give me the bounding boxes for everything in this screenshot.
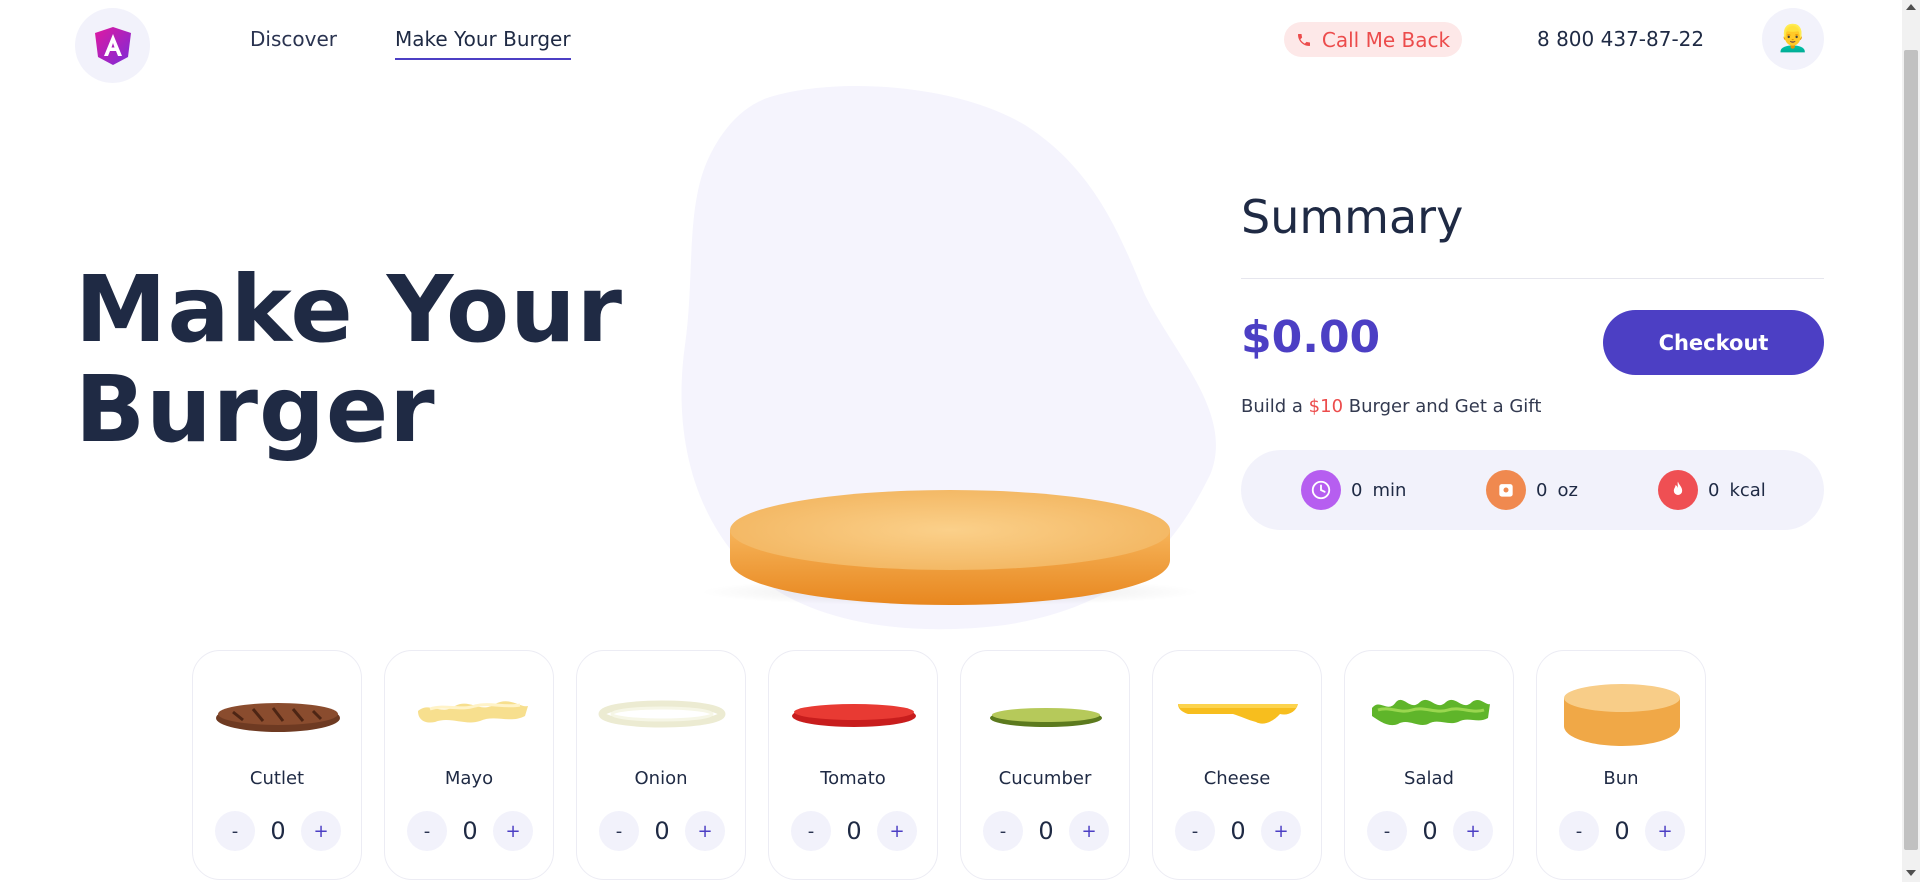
scroll-down-icon[interactable]	[1906, 870, 1916, 876]
increment-button[interactable]: +	[1069, 811, 1109, 851]
increment-button[interactable]: +	[1261, 811, 1301, 851]
ingredient-card-cucumber: Cucumber - 0 +	[960, 650, 1130, 880]
ingredient-name: Cutlet	[249, 768, 305, 789]
cheese-image	[1178, 704, 1298, 724]
user-avatar-icon: 👱‍♂️	[1776, 24, 1810, 54]
weight-icon	[1486, 470, 1526, 510]
increment-button[interactable]: +	[685, 811, 725, 851]
ingredient-name: Cucumber	[998, 768, 1092, 789]
stat-time: 0 min	[1301, 470, 1406, 510]
cutlet-image	[216, 703, 340, 732]
checkout-button[interactable]: Checkout	[1603, 310, 1824, 375]
call-me-back-label: Call Me Back	[1321, 27, 1451, 52]
avatar[interactable]: 👱‍♂️	[1762, 8, 1824, 70]
gift-amount: $10	[1308, 396, 1344, 417]
quantity-stepper: - 0 +	[407, 811, 533, 853]
decrement-button[interactable]: -	[791, 811, 831, 851]
nav-make-your-burger[interactable]: Make Your Burger	[395, 27, 571, 60]
quantity-stepper: - 0 +	[983, 811, 1109, 853]
quantity-value: 0	[1038, 817, 1054, 845]
gift-suffix: Burger and Get a Gift	[1343, 396, 1542, 417]
quantity-stepper: - 0 +	[1559, 811, 1685, 853]
clock-icon	[1301, 470, 1341, 510]
ingredient-card-mayo: Mayo - 0 +	[384, 650, 554, 880]
onion-image	[598, 700, 726, 728]
phone-number: 8 800 437-87-22	[1537, 27, 1705, 51]
quantity-stepper: - 0 +	[599, 811, 725, 853]
increment-button[interactable]: +	[1453, 811, 1493, 851]
quantity-stepper: - 0 +	[215, 811, 341, 853]
scrollbar-thumb[interactable]	[1904, 50, 1918, 850]
burger-stats-bar: 0 min 0 oz 0 kcal	[1241, 450, 1824, 530]
flame-icon	[1658, 470, 1698, 510]
page-title-line-1: Make Your	[75, 256, 624, 363]
quantity-value: 0	[270, 817, 286, 845]
summary-divider	[1241, 278, 1824, 279]
stat-weight-unit: oz	[1557, 479, 1578, 501]
vertical-scrollbar[interactable]	[1902, 0, 1920, 882]
quantity-stepper: - 0 +	[1175, 811, 1301, 853]
call-me-back-button[interactable]: Call Me Back	[1284, 22, 1462, 57]
ingredient-card-cutlet: Cutlet - 0 +	[192, 650, 362, 880]
decrement-button[interactable]: -	[599, 811, 639, 851]
quantity-value: 0	[462, 817, 478, 845]
quantity-stepper: - 0 +	[791, 811, 917, 853]
ingredient-name: Cheese	[1203, 768, 1271, 789]
quantity-value: 0	[1230, 817, 1246, 845]
total-price: $0.00	[1241, 312, 1381, 363]
increment-button[interactable]: +	[493, 811, 533, 851]
scroll-up-icon[interactable]	[1906, 4, 1916, 10]
app-logo[interactable]	[75, 8, 150, 83]
tomato-image	[792, 704, 916, 727]
cucumber-image	[990, 708, 1102, 727]
angular-logo-icon	[94, 26, 131, 65]
ingredient-name: Tomato	[820, 768, 886, 789]
decrement-button[interactable]: -	[1175, 811, 1215, 851]
bun-image	[1564, 684, 1680, 746]
decrement-button[interactable]: -	[407, 811, 447, 851]
burger-bottom-bun-image	[700, 490, 1200, 606]
stat-calories: 0 kcal	[1658, 470, 1766, 510]
ingredient-card-bun: Bun - 0 +	[1536, 650, 1706, 880]
ingredient-card-tomato: Tomato - 0 +	[768, 650, 938, 880]
nav-discover[interactable]: Discover	[250, 27, 337, 51]
summary-title: Summary	[1241, 190, 1464, 244]
quantity-stepper: - 0 +	[1367, 811, 1493, 853]
stat-weight-value: 0	[1536, 479, 1548, 501]
stat-weight: 0 oz	[1486, 470, 1578, 510]
mayo-image	[418, 701, 528, 723]
gift-prefix: Build a	[1241, 396, 1309, 417]
increment-button[interactable]: +	[877, 811, 917, 851]
decrement-button[interactable]: -	[1367, 811, 1407, 851]
quantity-value: 0	[1422, 817, 1438, 845]
increment-button[interactable]: +	[301, 811, 341, 851]
ingredient-card-onion: Onion - 0 +	[576, 650, 746, 880]
decrement-button[interactable]: -	[215, 811, 255, 851]
stat-time-value: 0	[1351, 479, 1363, 501]
quantity-value: 0	[654, 817, 670, 845]
ingredient-card-cheese: Cheese - 0 +	[1152, 650, 1322, 880]
stat-calories-unit: kcal	[1729, 479, 1766, 501]
ingredient-name: Onion	[634, 768, 688, 789]
salad-image	[1372, 699, 1490, 726]
stat-time-unit: min	[1372, 479, 1407, 501]
ingredient-name: Mayo	[444, 768, 494, 789]
decrement-button[interactable]: -	[1559, 811, 1599, 851]
gift-promo-text: Build a $10 Burger and Get a Gift	[1241, 396, 1541, 417]
stat-calories-value: 0	[1708, 479, 1720, 501]
quantity-value: 0	[1614, 817, 1630, 845]
increment-button[interactable]: +	[1645, 811, 1685, 851]
ingredient-name: Bun	[1603, 768, 1639, 789]
phone-icon	[1297, 33, 1310, 46]
quantity-value: 0	[846, 817, 862, 845]
decrement-button[interactable]: -	[983, 811, 1023, 851]
ingredient-card-salad: Salad - 0 +	[1344, 650, 1514, 880]
ingredient-name: Salad	[1404, 768, 1454, 789]
page-title: Make Your Burger	[75, 260, 623, 460]
page-title-line-2: Burger	[75, 356, 436, 463]
